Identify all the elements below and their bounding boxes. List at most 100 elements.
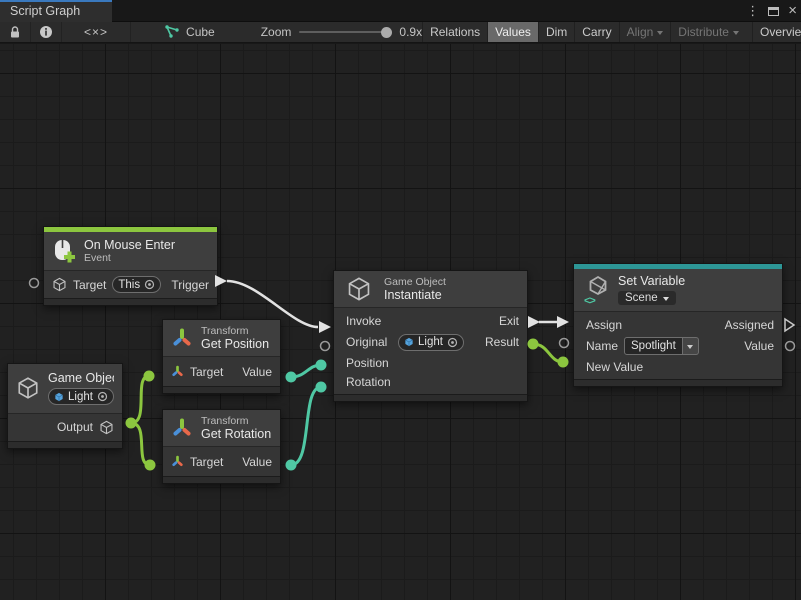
transform-icon bbox=[171, 365, 184, 378]
result-output-port[interactable] bbox=[528, 339, 539, 350]
values-button[interactable]: Values bbox=[487, 22, 538, 42]
tab-script-graph[interactable]: Script Graph bbox=[0, 0, 112, 22]
node-footer bbox=[44, 298, 217, 305]
rotation-input-port[interactable] bbox=[316, 382, 327, 393]
assigned-port-label: Assigned bbox=[718, 318, 774, 332]
object-picker-icon[interactable] bbox=[144, 279, 155, 290]
node-title: Instantiate bbox=[384, 288, 519, 302]
invoke-port-label: Invoke bbox=[346, 314, 385, 328]
target-value-field[interactable]: This bbox=[112, 276, 161, 293]
dim-button[interactable]: Dim bbox=[538, 22, 574, 42]
window-close-icon[interactable]: × bbox=[788, 0, 797, 22]
event-target-input-port[interactable] bbox=[30, 279, 39, 288]
code-view-button[interactable]: <×> bbox=[62, 22, 131, 42]
node-footer bbox=[574, 379, 782, 386]
node-get-rotation[interactable]: Transform Get Rotation Target Value bbox=[162, 409, 281, 484]
node-category: Game Object bbox=[384, 276, 519, 288]
unity-object-icon bbox=[404, 337, 414, 347]
game-object-icon bbox=[346, 276, 372, 302]
original-object-field[interactable]: Light bbox=[398, 334, 464, 351]
newvalue-input-port[interactable] bbox=[558, 357, 569, 368]
node-category: Transform bbox=[201, 415, 272, 427]
node-footer bbox=[163, 476, 280, 483]
transform-icon bbox=[171, 455, 184, 468]
position-input-port[interactable] bbox=[316, 360, 327, 371]
object-picker-icon[interactable] bbox=[447, 337, 458, 348]
assigned-output-port[interactable] bbox=[785, 319, 794, 331]
value-port-label: Value bbox=[744, 339, 774, 353]
chevron-down-icon[interactable] bbox=[683, 337, 699, 355]
variable-name-dropdown[interactable]: Spotlight bbox=[624, 337, 699, 355]
name-input-port[interactable] bbox=[560, 339, 569, 348]
getrotation-value-port[interactable] bbox=[286, 460, 297, 471]
name-port-label: Name bbox=[586, 339, 618, 353]
original-input-port[interactable] bbox=[321, 342, 330, 351]
zoom-slider-handle[interactable] bbox=[381, 27, 392, 38]
value-port-label: Value bbox=[242, 365, 272, 379]
lock-icon bbox=[8, 25, 22, 39]
result-port-label: Result bbox=[485, 335, 519, 349]
exit-port-label: Exit bbox=[499, 314, 519, 328]
value-output-port[interactable] bbox=[786, 342, 795, 351]
chevron-down-icon bbox=[663, 297, 669, 301]
node-title: Get Rotation bbox=[201, 427, 272, 441]
node-set-variable[interactable]: <> Set Variable Scene Assign Assigned Na… bbox=[573, 263, 783, 387]
graph-icon bbox=[165, 25, 180, 39]
chevron-down-icon bbox=[733, 31, 739, 35]
node-footer bbox=[8, 441, 122, 448]
script-graph-window: Script Graph ⋮ × <×> bbox=[0, 0, 801, 600]
graph-breadcrumb[interactable]: Cube bbox=[157, 22, 223, 42]
value-port-label: Value bbox=[242, 455, 272, 469]
node-title: Get Position bbox=[201, 337, 272, 351]
wire-getrotation-value-to-rotation bbox=[291, 387, 321, 465]
transform-icon bbox=[171, 417, 193, 439]
invoke-input-port[interactable] bbox=[319, 321, 331, 333]
node-on-mouse-enter[interactable]: On Mouse Enter Event Target This bbox=[43, 226, 218, 306]
inspect-button[interactable] bbox=[31, 22, 62, 42]
exit-output-port[interactable] bbox=[528, 316, 540, 328]
target-port-label: Target bbox=[190, 365, 223, 379]
node-title: Game Object bbox=[48, 371, 114, 385]
game-object-icon bbox=[16, 376, 40, 400]
window-maximize-icon[interactable] bbox=[768, 7, 779, 16]
getposition-value-port[interactable] bbox=[286, 372, 297, 383]
wire-result-to-newvalue bbox=[533, 344, 563, 362]
align-dropdown[interactable]: Align bbox=[619, 22, 671, 42]
node-get-position[interactable]: Transform Get Position Target Value bbox=[162, 319, 281, 394]
wire-getposition-value-to-position bbox=[291, 365, 321, 377]
code-brackets-icon: <> bbox=[584, 295, 595, 307]
rotation-port-label: Rotation bbox=[346, 375, 393, 389]
light-object-field[interactable]: Light bbox=[48, 388, 114, 405]
title-bar: Script Graph ⋮ × bbox=[0, 0, 801, 22]
mouse-add-icon bbox=[52, 237, 76, 265]
variable-scope-dropdown[interactable]: Scene bbox=[618, 291, 676, 305]
gameobject-output-port[interactable] bbox=[126, 418, 137, 429]
assign-port-label: Assign bbox=[586, 318, 625, 332]
node-instantiate[interactable]: Game Object Instantiate Invoke Exit Orig… bbox=[333, 270, 528, 402]
graph-canvas[interactable]: On Mouse Enter Event Target This bbox=[0, 44, 801, 600]
chevron-down-icon bbox=[657, 31, 663, 35]
distribute-dropdown[interactable]: Distribute bbox=[670, 22, 746, 42]
object-picker-icon[interactable] bbox=[97, 391, 108, 402]
relations-button[interactable]: Relations bbox=[422, 22, 487, 42]
node-footer bbox=[334, 394, 527, 401]
overview-button[interactable]: Overview bbox=[752, 22, 801, 42]
zoom-value: 0.9x bbox=[399, 25, 422, 39]
game-object-icon bbox=[52, 277, 67, 292]
node-subtitle: Event bbox=[84, 252, 209, 264]
getrotation-target-port[interactable] bbox=[145, 460, 156, 471]
assign-input-port[interactable] bbox=[557, 316, 569, 328]
position-port-label: Position bbox=[346, 356, 393, 370]
node-title: Set Variable bbox=[618, 274, 774, 288]
output-port-label: Output bbox=[55, 420, 93, 434]
carry-button[interactable]: Carry bbox=[574, 22, 618, 42]
window-menu-icon[interactable]: ⋮ bbox=[746, 0, 759, 22]
graph-toolbar: <×> Cube Zoom 0.9x Relations Values Dim … bbox=[0, 22, 801, 43]
getposition-target-port[interactable] bbox=[144, 371, 155, 382]
lock-button[interactable] bbox=[0, 22, 31, 42]
transform-icon bbox=[171, 327, 193, 349]
unity-object-icon bbox=[54, 392, 64, 402]
zoom-slider[interactable] bbox=[299, 31, 391, 33]
wire-output-to-getposition-target bbox=[131, 376, 149, 423]
node-game-object-light[interactable]: Game Object Light Output bbox=[7, 363, 123, 449]
